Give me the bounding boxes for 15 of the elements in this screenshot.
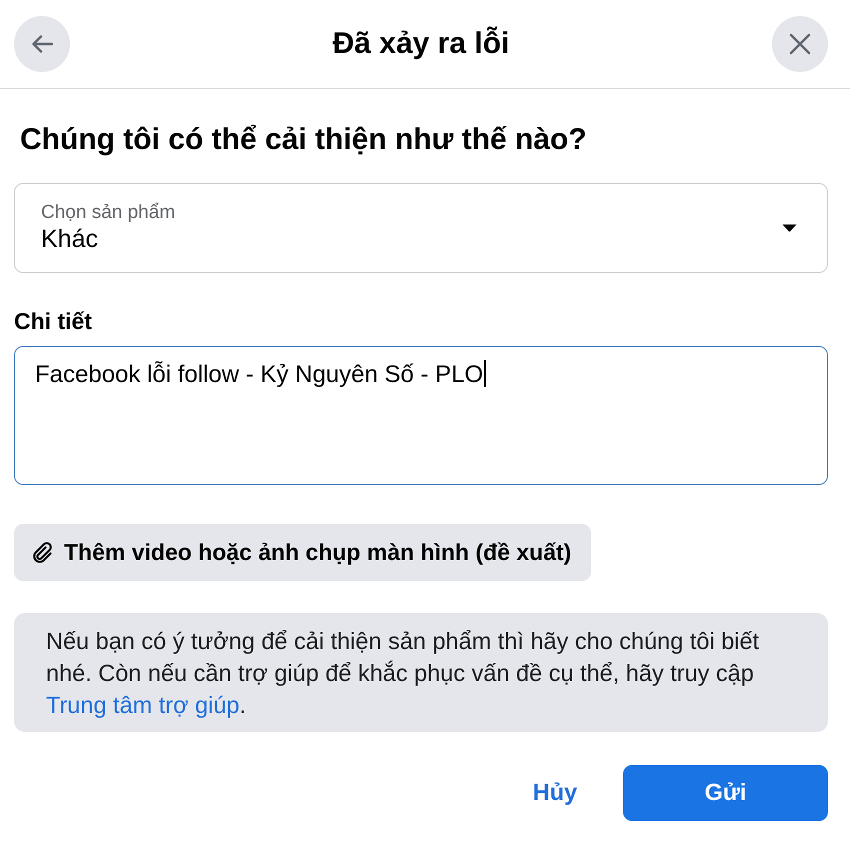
back-arrow-icon — [31, 35, 53, 53]
product-select[interactable]: Chọn sản phẩm Khác — [14, 183, 828, 273]
paperclip-icon — [33, 542, 53, 563]
help-notice-text: Nếu bạn có ý tưởng để cải thiện sản phẩm thì hãy cho chúng tôi biết nhé. Còn nếu cần trợ giúp để khắc phục vấn đề cụ thể, hãy truy cập Trung tâm trợ giúp. — [14, 613, 828, 732]
dialog-title: Đã xảy ra lỗi — [332, 27, 510, 61]
send-button[interactable]: Gửi — [623, 765, 828, 821]
section-heading: Chúng tôi có thể cải thiện như thế nào? — [20, 123, 588, 157]
attach-media-button[interactable]: Thêm video hoặc ảnh chụp màn hình (đề xuất) — [14, 524, 592, 581]
help-center-link[interactable]: Trung tâm trợ giúp — [46, 692, 240, 718]
text-cursor-icon — [484, 360, 486, 387]
details-text-field[interactable]: Facebook lỗi follow - Kỷ Nguyên Số - PLO — [14, 346, 828, 485]
cancel-button[interactable]: Hủy — [487, 765, 623, 821]
close-icon — [788, 33, 811, 55]
field-label: Chi tiết — [14, 308, 93, 334]
dropdown-caret-icon — [782, 224, 797, 232]
